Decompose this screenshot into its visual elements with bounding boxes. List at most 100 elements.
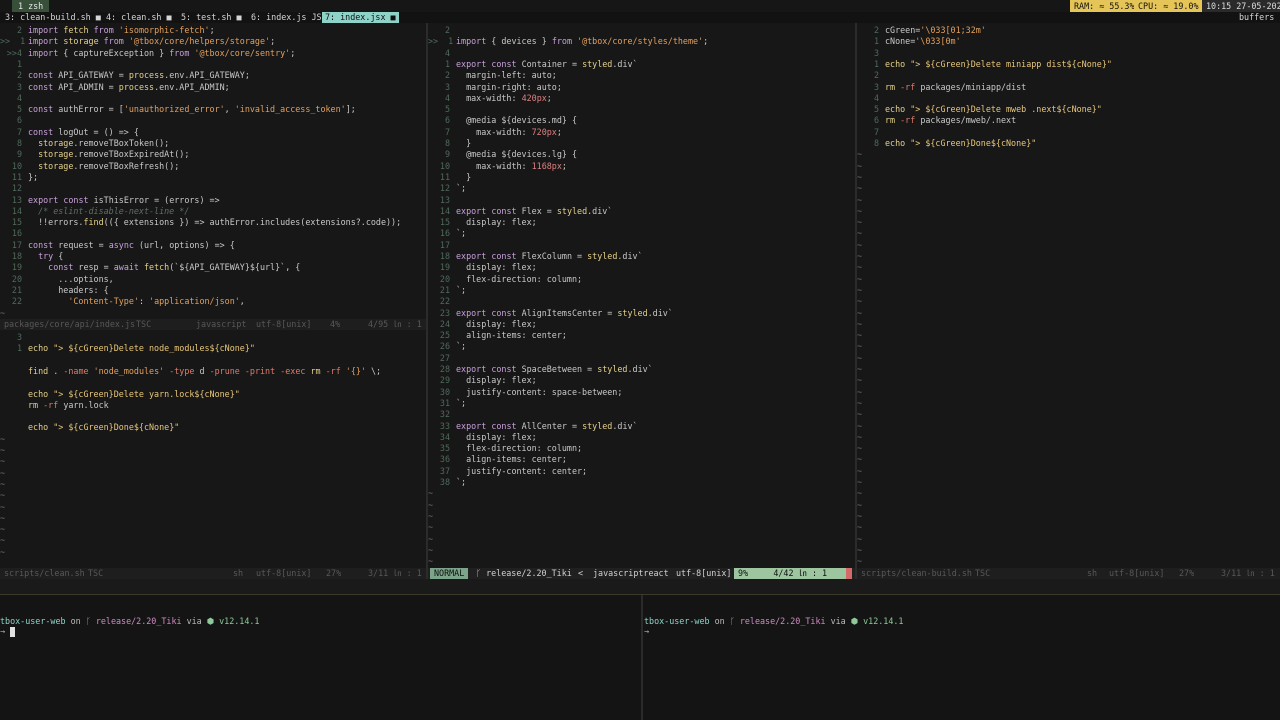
code-line[interactable]: 3 margin-right: auto; — [428, 82, 562, 93]
terminal-right[interactable]: tbox-user-web on ᚴ release/2.20_Tiki via… — [643, 595, 1280, 720]
code-line[interactable]: 1 export const Container = styled.div` — [428, 59, 638, 70]
code-line[interactable]: 4 — [0, 93, 28, 104]
code-line[interactable]: 5 echo "> ${cGreen}Delete mweb .next${cNo… — [857, 104, 1102, 115]
code-line[interactable]: 22 — [428, 296, 456, 307]
code-line[interactable]: 3 — [0, 332, 28, 343]
code-line[interactable]: 26 `; — [428, 341, 466, 352]
code-line[interactable]: 21 `; — [428, 285, 466, 296]
editor-pane-clean-sh[interactable]: 3 1 echo "> ${cGreen}Delete node_modules${… — [0, 330, 426, 568]
code-line[interactable]: 30 justify-content: space-between; — [428, 387, 623, 398]
code-line[interactable]: 8 echo "> ${cGreen}Done${cNone}" — [857, 138, 1036, 149]
code-line[interactable] — [0, 411, 28, 422]
code-line[interactable]: echo "> ${cGreen}Delete yarn.lock${cNone… — [0, 389, 240, 400]
code-line[interactable]: 2 const API_GATEWAY = process.env.API_GAT… — [0, 70, 250, 81]
code-line[interactable]: 25 align-items: center; — [428, 330, 567, 341]
code-line[interactable]: 3 const API_ADMIN = process.env.API_ADMIN… — [0, 82, 230, 93]
code-line[interactable]: 23 export const AlignItemsCenter = styled… — [428, 308, 673, 319]
terminal-left[interactable]: tbox-user-web on ᚴ release/2.20_Tiki via… — [0, 595, 641, 720]
code-line[interactable]: 1 cNone='\033[0m' — [857, 36, 961, 47]
code-line[interactable]: 1 — [0, 59, 28, 70]
code-line[interactable]: 29 display: flex; — [428, 375, 537, 386]
tmux-session-window[interactable]: 1 zsh — [12, 0, 50, 12]
code-line[interactable]: 38 `; — [428, 477, 466, 488]
code-line[interactable]: 20 flex-direction: column; — [428, 274, 582, 285]
code-line[interactable]: 7 const logOut = () => { — [0, 127, 139, 138]
tab-index-js[interactable]: 6: index.js JS — [248, 12, 325, 23]
editor-pane-clean-build-sh[interactable]: 2 cGreen='\033[01;32m' 1 cNone='\033[0m' 3 1 e… — [857, 23, 1280, 569]
code-line[interactable]: 31 `; — [428, 398, 466, 409]
code-line[interactable]: 22 'Content-Type': 'application/json', — [0, 296, 245, 307]
code-line[interactable]: 1 echo "> ${cGreen}Delete node_modules${c… — [0, 343, 255, 354]
code-line[interactable]: 2 import fetch from 'isomorphic-fetch'; — [0, 25, 215, 36]
code-line[interactable]: 2 cGreen='\033[01;32m' — [857, 25, 986, 36]
code-line[interactable]: 12 — [0, 183, 28, 194]
code-line[interactable]: 21 headers: { — [0, 285, 109, 296]
code-line[interactable]: 9 storage.removeTBoxExpiredAt(); — [0, 149, 189, 160]
code-line[interactable]: 7 — [857, 127, 885, 138]
code-line[interactable]: 6 @media ${devices.md} { — [428, 115, 577, 126]
code-line[interactable]: rm -rf yarn.lock — [0, 400, 109, 411]
code-line[interactable]: 7 max-width: 720px; — [428, 127, 562, 138]
code-line[interactable]: 1 echo "> ${cGreen}Delete miniapp dist${c… — [857, 59, 1112, 70]
tab-index-jsx[interactable]: 7: index.jsx ■ — [322, 12, 399, 23]
code-line[interactable]: 2 — [857, 70, 885, 81]
code-line[interactable]: 13 export const isThisError = (errors) => — [0, 195, 220, 206]
code-line[interactable]: 33 export const AllCenter = styled.div` — [428, 421, 638, 432]
code-line[interactable]: 15 !!errors.find(({ extensions }) => aut… — [0, 217, 401, 228]
code-line[interactable]: 10 storage.removeTBoxRefresh(); — [0, 161, 179, 172]
code-line[interactable]: 2 — [428, 25, 456, 36]
code-line[interactable]: 3 rm -rf packages/miniapp/dist — [857, 82, 1026, 93]
code-line[interactable]: 4 — [857, 93, 885, 104]
code-line[interactable]: 20 ...options, — [0, 274, 114, 285]
code-line[interactable]: 5 — [428, 104, 456, 115]
editor-pane-index-jsx[interactable]: 2 >> 1 import { devices } from '@tbox/core… — [428, 23, 855, 569]
code-line[interactable]: 36 align-items: center; — [428, 454, 567, 465]
editor-pane-api-index[interactable]: 2 import fetch from 'isomorphic-fetch'; >>… — [0, 23, 426, 319]
code-line[interactable]: 4 — [428, 48, 456, 59]
code-line[interactable]: 13 — [428, 195, 456, 206]
code-line[interactable]: find . -name 'node_modules' -type d -pru… — [0, 366, 381, 377]
code-line[interactable] — [0, 377, 28, 388]
code-line[interactable]: >>4 import { captureException } from '@tb… — [0, 48, 295, 59]
code-line[interactable]: 9 @media ${devices.lg} { — [428, 149, 577, 160]
code-line[interactable]: 37 justify-content: center; — [428, 466, 587, 477]
code-line[interactable]: 11 } — [428, 172, 471, 183]
code-line[interactable]: 6 rm -rf packages/mweb/.next — [857, 115, 1016, 126]
shell-input-line[interactable]: → — [0, 625, 16, 637]
code-line[interactable] — [0, 355, 28, 366]
code-line[interactable]: 12 `; — [428, 183, 466, 194]
code-line[interactable]: 14 /* eslint-disable-next-line */ — [0, 206, 189, 217]
shell-input-line[interactable]: → — [644, 625, 649, 637]
code-line[interactable]: 16 — [0, 228, 28, 239]
code-line[interactable]: 14 export const Flex = styled.div` — [428, 206, 612, 217]
tab-test[interactable]: 5: test.sh ■ — [178, 12, 245, 23]
code-line[interactable]: 2 margin-left: auto; — [428, 70, 557, 81]
code-line[interactable]: 8 } — [428, 138, 471, 149]
code-line[interactable]: 6 — [0, 115, 28, 126]
code-line[interactable]: echo "> ${cGreen}Done${cNone}" — [0, 422, 179, 433]
code-line[interactable]: 4 max-width: 420px; — [428, 93, 552, 104]
code-line[interactable]: 18 export const FlexColumn = styled.div` — [428, 251, 643, 262]
code-line[interactable]: 17 const request = async (url, options) =… — [0, 240, 235, 251]
tab-clean-build[interactable]: 3: clean-build.sh ■ — [2, 12, 104, 23]
code-line[interactable]: 24 display: flex; — [428, 319, 537, 330]
code-line[interactable]: 19 display: flex; — [428, 262, 537, 273]
buffers-label[interactable]: buffers — [1236, 12, 1277, 23]
code-line[interactable]: 3 — [857, 48, 885, 59]
code-line[interactable]: >> 1 import storage from '@tbox/core/help… — [0, 36, 275, 47]
code-line[interactable]: 34 display: flex; — [428, 432, 537, 443]
code-line[interactable]: 17 — [428, 240, 456, 251]
code-line[interactable]: 27 — [428, 353, 456, 364]
code-line[interactable]: 16 `; — [428, 228, 466, 239]
code-line[interactable]: 18 try { — [0, 251, 63, 262]
tab-clean[interactable]: 4: clean.sh ■ — [103, 12, 175, 23]
code-line[interactable]: >> 1 import { devices } from '@tbox/core/… — [428, 36, 708, 47]
code-line[interactable]: 15 display: flex; — [428, 217, 537, 228]
code-line[interactable]: 10 max-width: 1168px; — [428, 161, 567, 172]
code-line[interactable]: 8 storage.removeTBoxToken(); — [0, 138, 169, 149]
code-line[interactable]: 28 export const SpaceBetween = styled.div… — [428, 364, 653, 375]
code-line[interactable]: 11}; — [0, 172, 38, 183]
code-line[interactable]: 32 — [428, 409, 456, 420]
code-line[interactable]: 19 const resp = await fetch(`${API_GATEW… — [0, 262, 300, 273]
code-line[interactable]: 5 const authError = ['unauthorized_error'… — [0, 104, 356, 115]
